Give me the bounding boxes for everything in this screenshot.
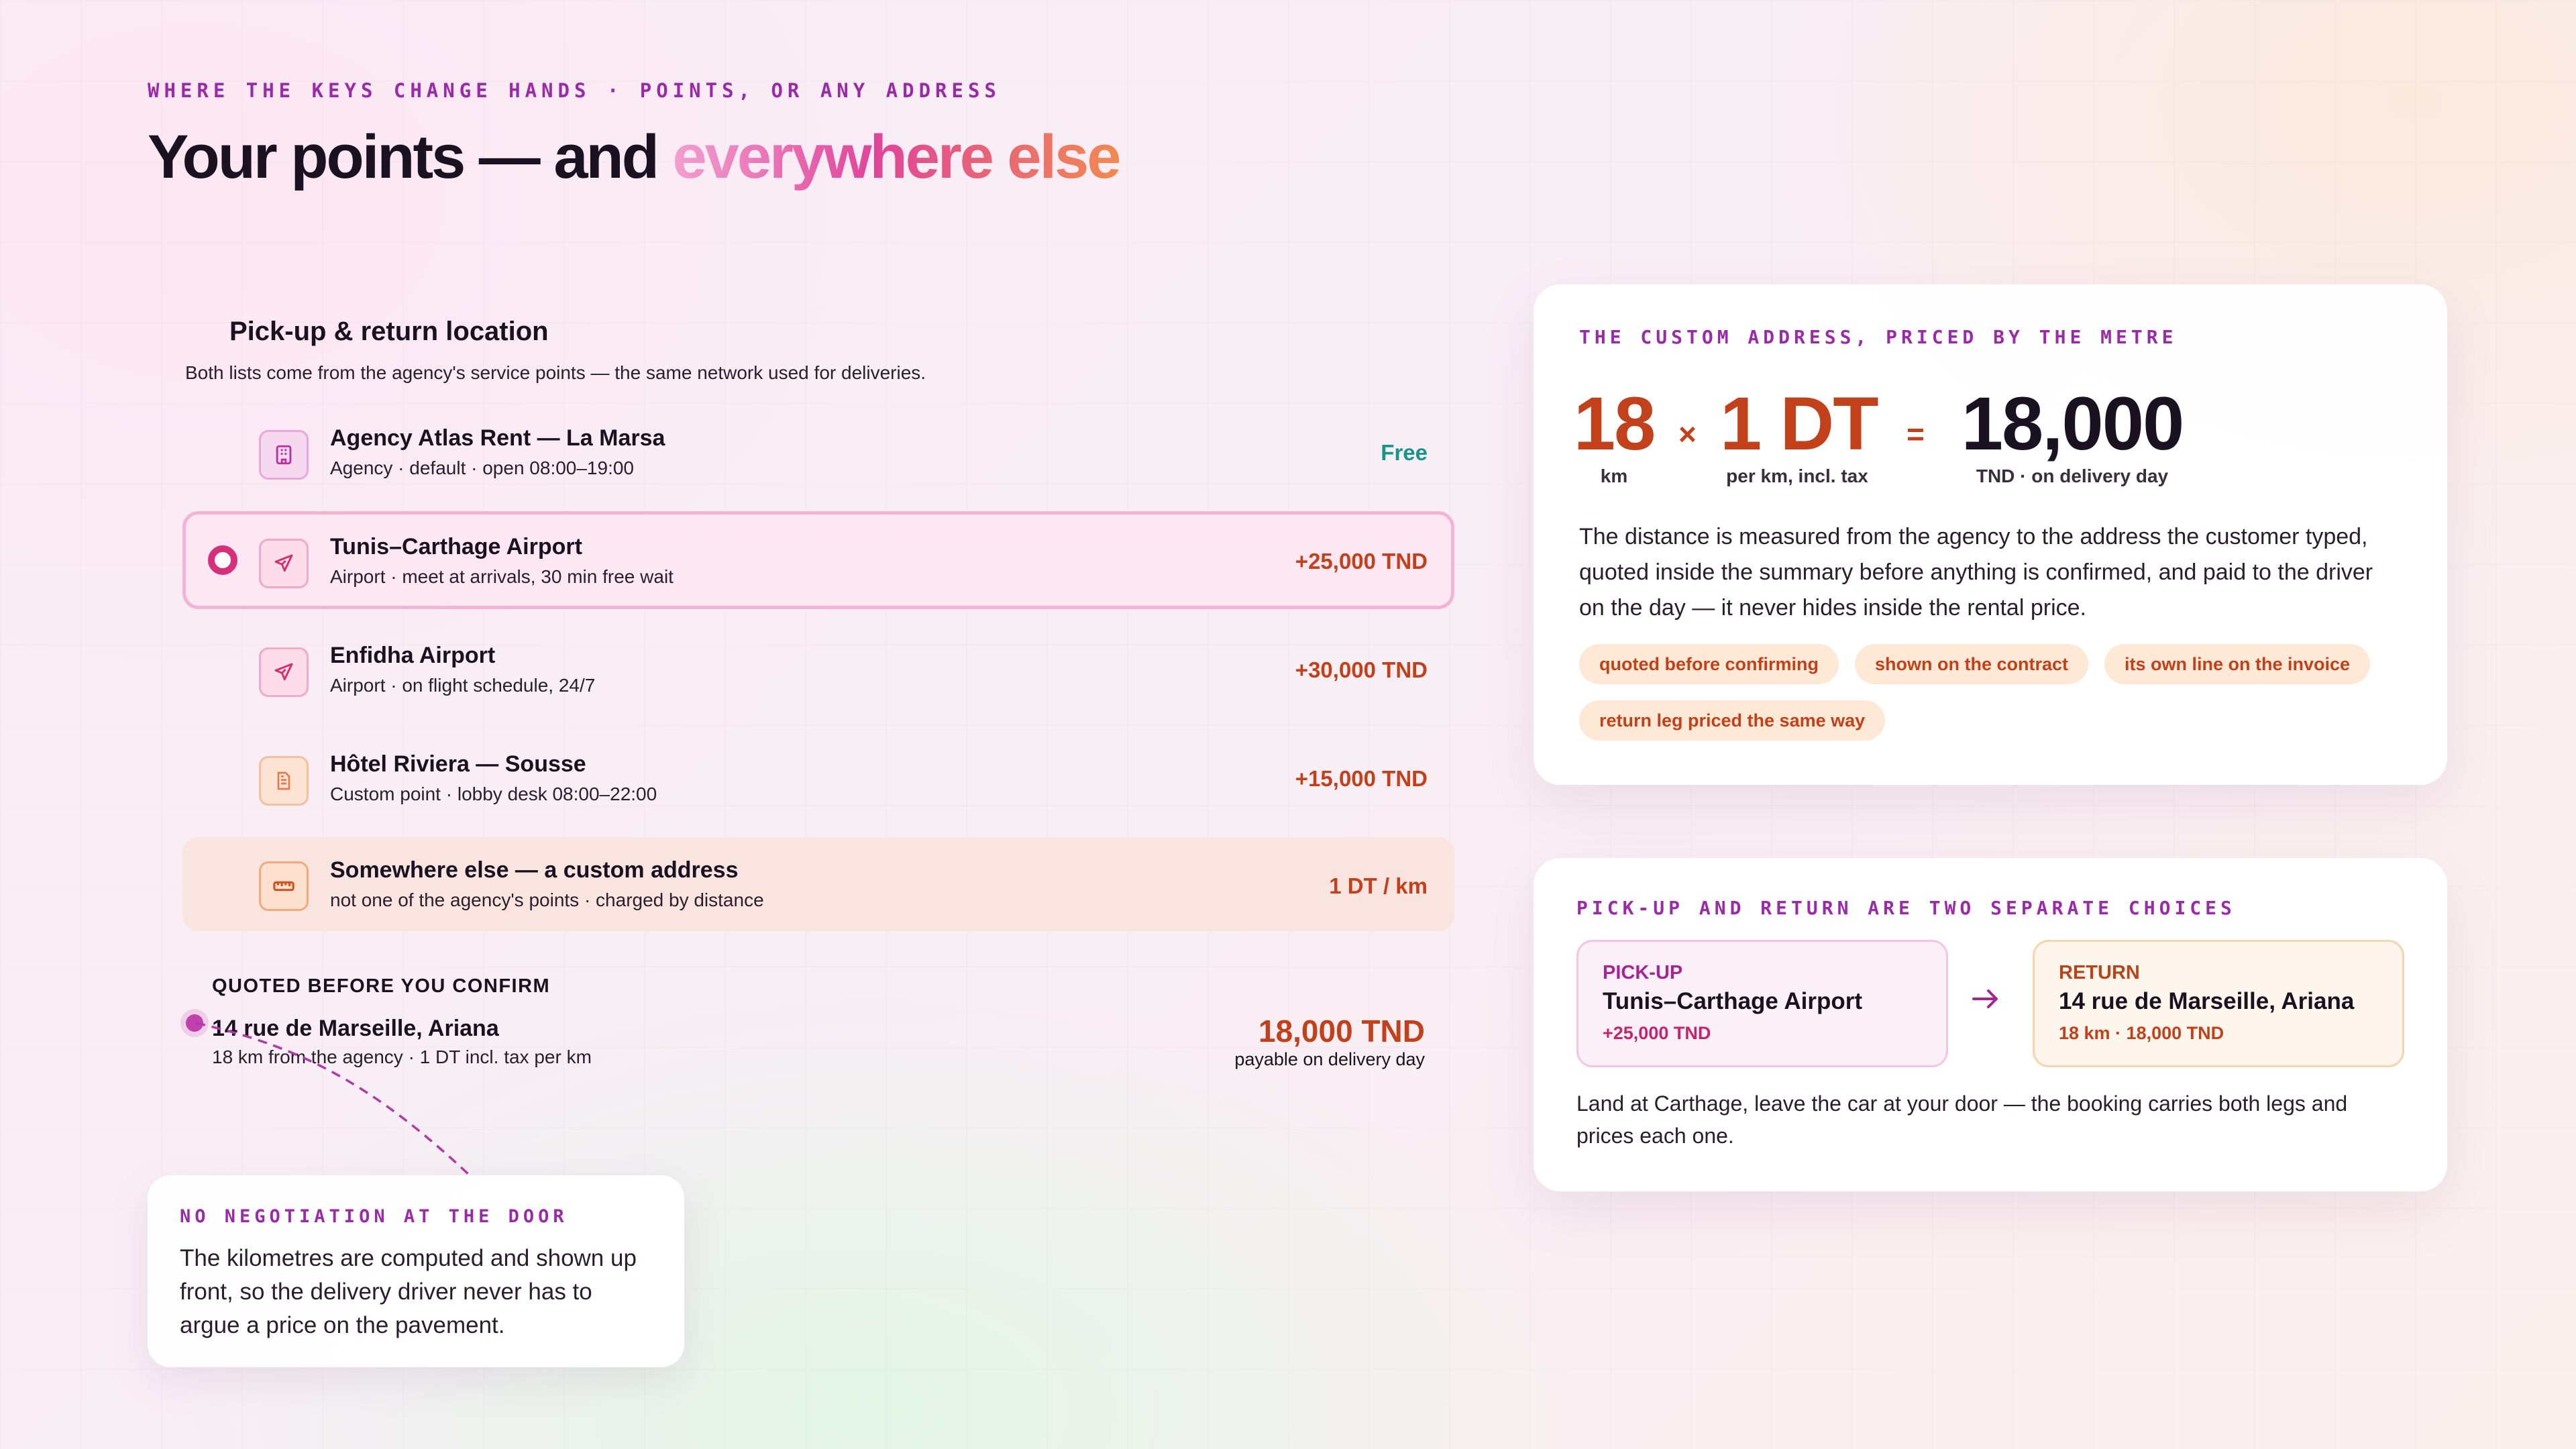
rate-value: 1 DT xyxy=(1720,382,1879,466)
location-name: Agency Atlas Rent — La Marsa xyxy=(330,425,665,451)
return-leg: RETURN 14 rue de Marseille, Ariana 18 km… xyxy=(2033,940,2404,1067)
location-price: +15,000 TND xyxy=(1295,766,1428,791)
location-meta: not one of the agency's points · charged… xyxy=(330,890,764,910)
distance-unit: km xyxy=(1600,466,1628,486)
pickup-place: Tunis–Carthage Airport xyxy=(1603,988,1862,1014)
legs-card: PICK-UP AND RETURN ARE TWO SEPARATE CHOI… xyxy=(1534,858,2447,1191)
tag-pill: shown on the contract xyxy=(1855,644,2089,684)
ruler-icon xyxy=(259,861,309,911)
location-meta: Agency · default · open 08:00–19:00 xyxy=(330,458,635,478)
location-option-tunis-carthage[interactable]: Tunis–Carthage Airport Airport · meet at… xyxy=(182,511,1454,609)
location-name: Enfidha Airport xyxy=(330,643,496,668)
location-name: Somewhere else — a custom address xyxy=(330,857,739,883)
page-title: Your points — and everywhere else xyxy=(148,122,1122,193)
multiply-sign: × xyxy=(1678,417,1697,451)
pricing-card: THE CUSTOM ADDRESS, PRICED BY THE METRE … xyxy=(1534,284,2447,785)
building-icon xyxy=(259,430,309,480)
rate-unit: per km, incl. tax xyxy=(1726,466,1868,486)
total-unit: TND · on delivery day xyxy=(1976,466,2169,486)
location-meta: Airport · on flight schedule, 24/7 xyxy=(330,675,596,696)
location-price: +30,000 TND xyxy=(1295,657,1428,682)
location-name: Hôtel Riviera — Sousse xyxy=(330,751,586,777)
pricing-description: The distance is measured from the agency… xyxy=(1579,524,2373,621)
plane-icon xyxy=(259,647,309,697)
return-label: RETURN xyxy=(2059,962,2140,983)
page-eyebrow: WHERE THE KEYS CHANGE HANDS · POINTS, OR… xyxy=(148,79,1001,102)
tag-pill: quoted before confirming xyxy=(1579,644,1839,684)
pricing-card-eyebrow: THE CUSTOM ADDRESS, PRICED BY THE METRE xyxy=(1579,326,2178,348)
distance-block: 18 km xyxy=(1572,384,1656,487)
location-price: +25,000 TND xyxy=(1295,549,1428,574)
page-title-accent: everywhere else xyxy=(672,123,1122,191)
location-price: Free xyxy=(1381,440,1428,465)
pickup-label: PICK-UP xyxy=(1603,962,1683,983)
pickup-leg: PICK-UP Tunis–Carthage Airport +25,000 T… xyxy=(1576,940,1948,1067)
location-name: Tunis–Carthage Airport xyxy=(330,534,582,559)
legs-card-eyebrow: PICK-UP AND RETURN ARE TWO SEPARATE CHOI… xyxy=(1576,897,2236,919)
callout-body: The kilometres are computed and shown up… xyxy=(180,1245,637,1338)
location-option-hotel-riviera[interactable]: Hôtel Riviera — Sousse Custom point · lo… xyxy=(182,729,1454,826)
location-option-agency[interactable]: Agency Atlas Rent — La Marsa Agency · de… xyxy=(182,402,1454,500)
callout-card: NO NEGOTIATION AT THE DOOR The kilometre… xyxy=(148,1175,684,1367)
callout-eyebrow: NO NEGOTIATION AT THE DOOR xyxy=(180,1206,568,1227)
arrow-right-icon xyxy=(1970,985,2002,1016)
total-block: 18,000 TND · on delivery day xyxy=(1955,384,2190,487)
total-value: 18,000 xyxy=(1961,382,2185,466)
rate-block: 1 DT per km, incl. tax xyxy=(1720,382,1879,487)
location-picker-title: Pick-up & return location xyxy=(229,317,549,346)
return-price: 18 km · 18,000 TND xyxy=(2059,1023,2224,1043)
return-place: 14 rue de Marseille, Ariana xyxy=(2059,988,2355,1014)
quote-eyebrow: QUOTED BEFORE YOU CONFIRM xyxy=(212,975,551,997)
equals-sign: = xyxy=(1907,417,1925,451)
selected-radio[interactable] xyxy=(208,545,237,575)
document-icon xyxy=(259,756,309,806)
quote-total: 18,000 TND xyxy=(1258,1014,1425,1049)
page-title-plain: Your points — and xyxy=(148,123,673,191)
pickup-price: +25,000 TND xyxy=(1603,1023,1711,1043)
location-option-enfidha[interactable]: Enfidha Airport Airport · on flight sche… xyxy=(182,620,1454,718)
tag-pill: return leg priced the same way xyxy=(1579,700,1886,741)
pricing-tags: quoted before confirming shown on the co… xyxy=(1579,644,2424,741)
quote-total-note: payable on delivery day xyxy=(1234,1049,1425,1069)
location-meta: Custom point · lobby desk 08:00–22:00 xyxy=(330,784,657,804)
location-option-custom-address[interactable]: Somewhere else — a custom address not on… xyxy=(182,837,1454,931)
distance-value: 18 xyxy=(1573,382,1656,466)
legs-note: Land at Carthage, leave the car at your … xyxy=(1576,1091,2348,1148)
tag-pill: its own line on the invoice xyxy=(2104,644,2371,684)
quote-address: 14 rue de Marseille, Ariana xyxy=(212,1016,499,1041)
quote-meta: 18 km from the agency · 1 DT incl. tax p… xyxy=(212,1046,592,1067)
location-price: 1 DT / km xyxy=(1329,873,1428,898)
address-marker xyxy=(186,1014,203,1032)
location-picker-subtitle: Both lists come from the agency's servic… xyxy=(185,362,926,383)
plane-icon xyxy=(259,539,309,588)
location-meta: Airport · meet at arrivals, 30 min free … xyxy=(330,566,674,587)
